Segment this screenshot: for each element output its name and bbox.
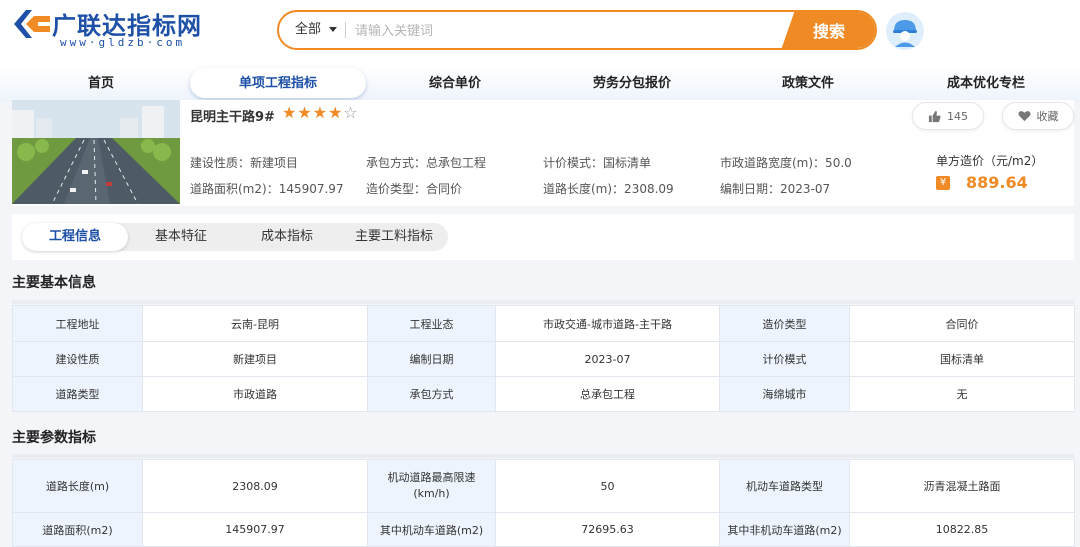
tab-material-index[interactable]: 主要工料指标	[340, 223, 448, 251]
search-divider	[345, 22, 346, 38]
star-filled-icon: ★	[297, 103, 313, 122]
star-filled-icon: ★	[282, 103, 298, 122]
favorite-button[interactable]: 收藏	[1002, 102, 1074, 130]
unit-price-box: 单方造价（元/m2） ¥ 889.64	[924, 146, 1074, 204]
meta-pricing-mode: 计价模式：国标清单	[543, 156, 652, 170]
table-value: 145907.97	[142, 512, 368, 547]
price-tag-icon: ¥	[936, 176, 950, 190]
star-filled-icon: ★	[328, 103, 344, 122]
table-value: 新建项目	[142, 341, 368, 377]
table-value: 2023-07	[495, 341, 720, 377]
table-row: 道路面积(m2) 145907.97 其中机动车道路(m2) 72695.63 …	[12, 512, 1075, 547]
heart-icon	[1017, 111, 1031, 122]
section-divider	[12, 454, 1074, 458]
star-empty-icon: ☆	[343, 103, 359, 122]
table-key: 造价类型	[719, 305, 850, 342]
table-value: 总承包工程	[495, 376, 720, 412]
star-filled-icon: ★	[312, 103, 329, 122]
meta-road-length: 道路长度(m)：2308.09	[543, 182, 674, 196]
nav-item-policy-docs[interactable]: 政策文件	[782, 66, 834, 102]
table-value: 市政交通-城市道路-主干路	[495, 305, 720, 342]
table-key: 机动车道路类型	[719, 459, 850, 513]
top-header: 广联达指标网 www·gldzb·com 全部 搜索	[0, 0, 1080, 66]
table-row: 道路类型 市政道路 承包方式 总承包工程 海绵城市 无	[12, 376, 1075, 412]
table-value: 云南-昆明	[142, 305, 368, 342]
table-value: 无	[849, 376, 1075, 412]
params-table: 道路长度(m) 2308.09 机动道路最高限速(km/h) 50 机动车道路类…	[12, 459, 1075, 547]
detail-tabs: 工程信息 基本特征 成本指标 主要工料指标	[22, 223, 448, 251]
table-key: 道路面积(m2)	[12, 512, 143, 547]
table-key: 建设性质	[12, 341, 143, 377]
search-category-select[interactable]: 全部	[295, 12, 338, 48]
nav-item-unit-price[interactable]: 综合单价	[429, 66, 481, 102]
search-button[interactable]: 搜索	[781, 12, 875, 48]
table-key: 海绵城市	[719, 376, 850, 412]
rating-stars: ★★★★☆	[282, 103, 359, 122]
section-title-basic-info: 主要基本信息	[12, 275, 96, 291]
favorite-label: 收藏	[1036, 110, 1059, 123]
search-category-label: 全部	[295, 22, 322, 37]
meta-cost-type: 造价类型：合同价	[366, 182, 463, 196]
site-logo[interactable]: 广联达指标网 www·gldzb·com	[12, 6, 232, 54]
tab-project-info[interactable]: 工程信息	[22, 223, 128, 251]
like-button[interactable]: 145	[912, 102, 984, 130]
nav-item-home[interactable]: 首页	[88, 66, 114, 102]
table-value: 沥青混凝土路面	[849, 459, 1075, 513]
meta-contract-mode: 承包方式：总承包工程	[366, 156, 487, 170]
detail-tabs-bar: 工程信息 基本特征 成本指标 主要工料指标	[12, 214, 1074, 260]
search-bar: 全部 搜索	[277, 10, 877, 50]
caret-down-icon	[329, 27, 338, 32]
table-value: 72695.63	[495, 512, 720, 547]
basic-info-table: 工程地址 云南-昆明 工程业态 市政交通-城市道路-主干路 造价类型 合同价 建…	[12, 305, 1075, 412]
table-value: 2308.09	[142, 459, 368, 513]
table-value: 10822.85	[849, 512, 1075, 547]
unit-price-label: 单方造价（元/m2）	[936, 154, 1044, 168]
table-key: 其中机动车道路(m2)	[367, 512, 496, 547]
meta-compile-date: 编制日期：2023-07	[720, 182, 831, 196]
nav-item-single-project-index[interactable]: 单项工程指标	[239, 66, 317, 102]
tab-basic-features[interactable]: 基本特征	[128, 223, 234, 251]
table-key: 承包方式	[367, 376, 496, 412]
meta-build-nature: 建设性质：新建项目	[190, 156, 299, 170]
nav-item-cost-optimization[interactable]: 成本优化专栏	[947, 66, 1025, 102]
table-row: 工程地址 云南-昆明 工程业态 市政交通-城市道路-主干路 造价类型 合同价	[12, 305, 1075, 342]
table-key: 工程业态	[367, 305, 496, 342]
table-value: 50	[495, 459, 720, 513]
table-key: 工程地址	[12, 305, 143, 342]
table-row: 道路长度(m) 2308.09 机动道路最高限速(km/h) 50 机动车道路类…	[12, 459, 1075, 513]
section-divider	[12, 300, 1074, 304]
table-key: 编制日期	[367, 341, 496, 377]
main-nav	[0, 66, 1080, 102]
project-thumbnail[interactable]	[12, 100, 180, 204]
user-avatar-icon[interactable]	[885, 11, 925, 51]
project-card: 昆明主干路9# ★★★★☆ 建设性质：新建项目 承包方式：总承包工程 计价模式：…	[12, 100, 1074, 206]
project-name: 昆明主干路9#	[190, 110, 275, 125]
table-row: 建设性质 新建项目 编制日期 2023-07 计价模式 国标清单	[12, 341, 1075, 377]
nav-item-labor-subcontract[interactable]: 劳务分包报价	[593, 66, 671, 102]
meta-road-area: 道路面积(m2)：145907.97	[190, 182, 344, 196]
section-title-params: 主要参数指标	[12, 430, 96, 446]
tab-cost-index[interactable]: 成本指标	[234, 223, 340, 251]
table-value: 市政道路	[142, 376, 368, 412]
logo-mark-icon	[14, 10, 50, 38]
thumbs-up-icon	[928, 110, 941, 122]
search-input[interactable]	[353, 12, 777, 48]
table-value: 国标清单	[849, 341, 1075, 377]
logo-url: www·gldzb·com	[60, 36, 186, 49]
unit-price-value: 889.64	[966, 173, 1028, 192]
table-key: 道路长度(m)	[12, 459, 143, 513]
table-key: 其中非机动车道路(m2)	[719, 512, 850, 547]
table-value: 合同价	[849, 305, 1075, 342]
table-key: 机动道路最高限速(km/h)	[367, 459, 496, 513]
table-key: 计价模式	[719, 341, 850, 377]
meta-road-width: 市政道路宽度(m)：50.0	[720, 156, 852, 170]
table-key: 道路类型	[12, 376, 143, 412]
like-count: 145	[947, 109, 968, 123]
